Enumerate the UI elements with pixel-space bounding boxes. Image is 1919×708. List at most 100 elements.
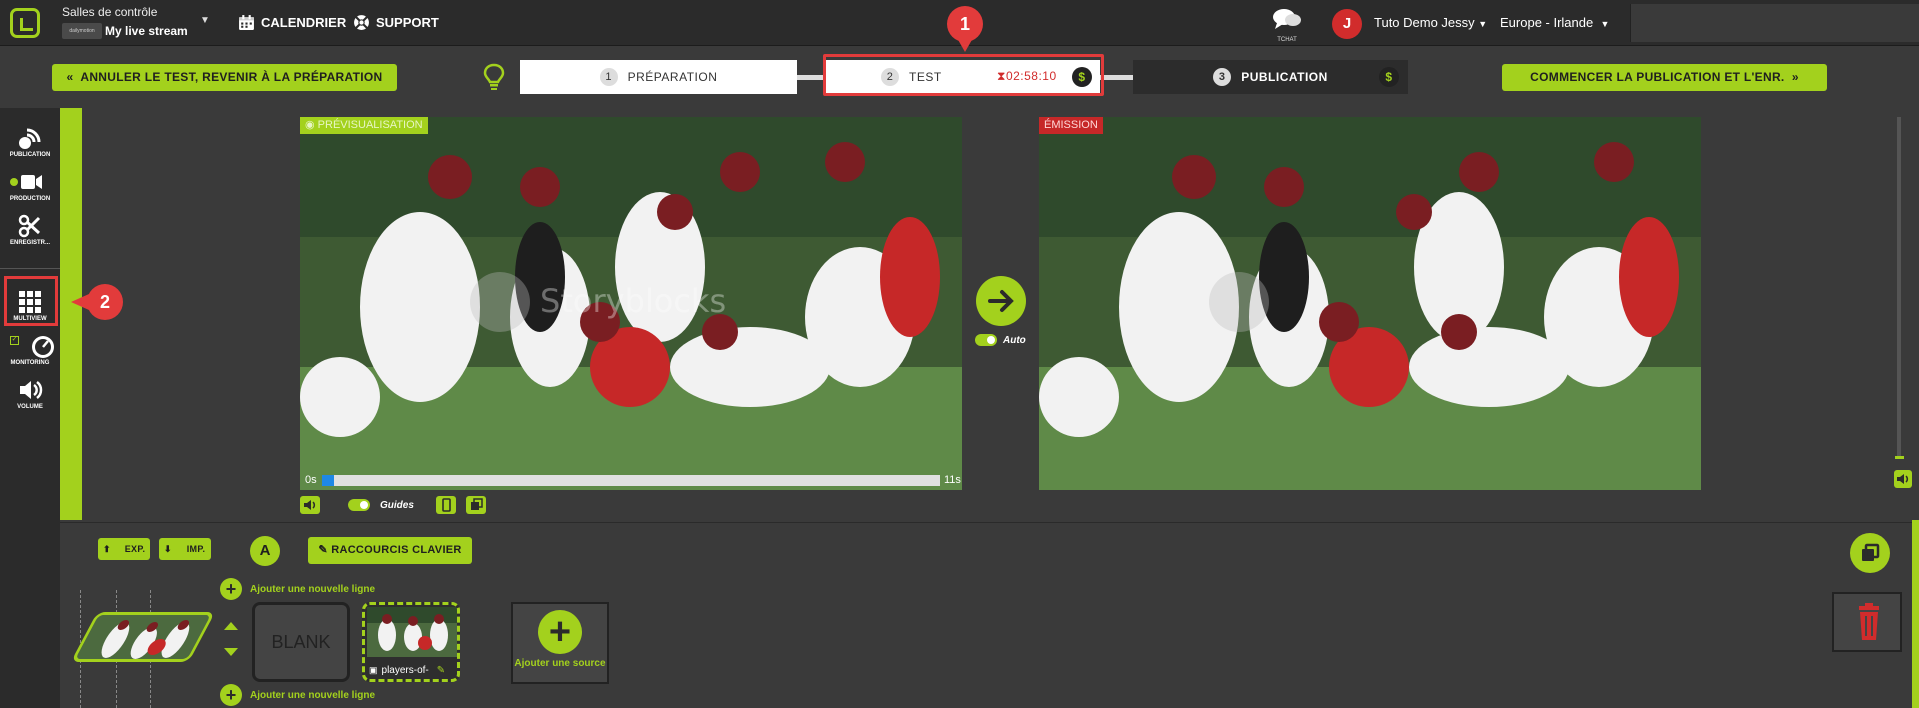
time-start: 0s (305, 474, 317, 486)
sidebar-item-publication[interactable]: PUBLICATION (0, 126, 60, 158)
phone-icon (442, 498, 451, 512)
add-line-label: Ajouter une nouvelle ligne (250, 689, 376, 701)
sidebar-item-production[interactable]: PRODUCTION (0, 170, 60, 202)
time-end: 11s (944, 474, 961, 486)
export-label: EXP. (124, 544, 146, 554)
sidebar-item-volume[interactable]: VOLUME (0, 378, 60, 410)
nav-support[interactable]: SUPPORT (353, 14, 439, 31)
step-label: PUBLICATION (1241, 70, 1328, 84)
region-menu[interactable]: Europe - Irlande ▼ (1500, 15, 1609, 30)
trash-icon (1859, 603, 1879, 640)
source-name: players-of- (381, 665, 429, 676)
plus-icon: + (220, 684, 242, 706)
sidebar-label: MONITORING (10, 360, 50, 366)
cancel-test-label: ANNULER LE TEST, REVENIR À LA PRÉPARATIO… (80, 70, 383, 84)
delete-drop-zone[interactable] (1832, 592, 1902, 652)
copy-preview-button[interactable] (465, 496, 486, 514)
keyboard-shortcuts-button[interactable]: ✎ RACCOURCIS CLAVIER (308, 537, 472, 564)
step-number: 3 (1213, 68, 1232, 86)
master-volume-track[interactable] (1897, 117, 1901, 457)
gauge-icon (32, 336, 54, 358)
chat-button[interactable]: TCHAT (1270, 7, 1304, 43)
add-source-label: Ajouter une source (514, 658, 606, 669)
plus-icon: + (538, 610, 582, 654)
scissors-icon (18, 214, 41, 238)
copy-icon (1862, 543, 1880, 561)
watermark-text: Storyblocks (540, 282, 726, 320)
broadcast-icon (19, 128, 41, 149)
row-reorder (224, 622, 240, 656)
layout-a-button[interactable]: A (250, 536, 280, 566)
move-up-icon[interactable] (224, 622, 238, 630)
guides-label: Guides (380, 499, 414, 511)
double-chevron-right-icon: » (1791, 70, 1799, 84)
mobile-view-button[interactable] (435, 496, 456, 514)
dollar-icon: $ (1379, 67, 1399, 87)
stream-name[interactable]: My live stream (105, 24, 188, 38)
video-camera-icon (21, 175, 42, 189)
speaker-icon (304, 500, 316, 510)
add-line-label: Ajouter une nouvelle ligne (250, 583, 376, 595)
move-down-icon[interactable] (224, 648, 238, 656)
preview-progress[interactable] (322, 475, 940, 486)
app-logo-icon[interactable] (10, 8, 40, 38)
keyboard-shortcuts-label: RACCOURCIS CLAVIER (331, 544, 462, 556)
step-preparation[interactable]: 1 PRÉPARATION (520, 60, 797, 94)
duplicate-button[interactable] (1850, 533, 1890, 573)
edit-pencil-icon[interactable]: ✎ (437, 665, 445, 676)
cancel-test-button[interactable]: « ANNULER LE TEST, REVENIR À LA PRÉPARAT… (52, 64, 397, 91)
annotation-marker-2: 2 (71, 284, 123, 320)
take-to-emission-button[interactable] (976, 276, 1026, 326)
brand-title: Salles de contrôle (62, 5, 158, 19)
chevron-down-icon: ▼ (1600, 19, 1610, 29)
chat-label: TCHAT (1277, 37, 1297, 43)
import-button[interactable]: ⬇ IMP. (159, 538, 211, 560)
double-chevron-left-icon: « (66, 70, 74, 84)
export-button[interactable]: ⬆ EXP. (98, 538, 150, 560)
add-source-button[interactable]: + Ajouter une source (511, 602, 609, 684)
sidebar-divider (0, 268, 60, 269)
sidebar-item-recording[interactable]: ENREGISTR... (0, 214, 60, 246)
copy-icon (470, 498, 483, 510)
region-name: Europe - Irlande (1500, 15, 1594, 30)
start-publication-button[interactable]: COMMENCER LA PUBLICATION ET L'ENR. » (1502, 64, 1827, 91)
sidebar-label: PUBLICATION (9, 152, 51, 158)
checkbox-icon: ✓ (10, 336, 19, 345)
blank-source-tile[interactable]: BLANK (252, 602, 350, 682)
progress-fill (322, 475, 335, 486)
multiview-highlight (4, 276, 58, 326)
master-volume-button[interactable] (1894, 470, 1912, 488)
lifebuoy-icon (354, 15, 369, 30)
import-label: IMP. (186, 544, 206, 554)
step-number: 1 (599, 68, 618, 86)
start-publication-label: COMMENCER LA PUBLICATION ET L'ENR. (1530, 70, 1785, 84)
add-line-top[interactable]: + Ajouter une nouvelle ligne (220, 578, 375, 600)
plus-icon: + (220, 578, 242, 600)
brand-badge: dailymotion (62, 23, 102, 39)
sidebar-item-monitoring[interactable]: ✓ MONITORING (0, 334, 60, 366)
source-tile-players[interactable]: ▣ players-of- ✎ (362, 602, 460, 682)
lightbulb-icon[interactable] (483, 63, 505, 91)
add-line-bottom[interactable]: + Ajouter une nouvelle ligne (220, 684, 375, 706)
auto-toggle-row: Auto (975, 334, 1026, 346)
avatar[interactable]: J (1332, 9, 1362, 39)
preview-volume-button[interactable] (300, 496, 320, 514)
panel-scrollbar[interactable] (1912, 520, 1919, 708)
chevron-down-icon[interactable]: ▼ (200, 15, 210, 26)
sidebar-label: PRODUCTION (9, 196, 51, 202)
user-menu[interactable]: Tuto Demo Jessy ▼ (1374, 15, 1487, 30)
sidebar-label: ENREGISTR... (9, 240, 50, 246)
emission-monitor: ÉMISSION (1039, 117, 1701, 490)
source-thumbnail-image (367, 607, 457, 657)
step-publication[interactable]: 3 PUBLICATION $ (1133, 60, 1408, 94)
auto-label: Auto (1003, 334, 1026, 346)
master-volume-level (1895, 456, 1904, 459)
preview-monitor[interactable]: Storyblocks ◉ PRÉVISUALISATION 0s 11s (300, 117, 962, 490)
nav-calendar[interactable]: CALENDRIER (238, 14, 346, 31)
eye-icon: ◉ (305, 119, 315, 131)
emission-video-frame (1039, 117, 1701, 490)
guides-toggle[interactable] (348, 499, 370, 511)
preview-controls: Guides (300, 496, 486, 514)
auto-toggle[interactable] (975, 334, 997, 346)
download-icon: ⬇ (164, 544, 172, 554)
